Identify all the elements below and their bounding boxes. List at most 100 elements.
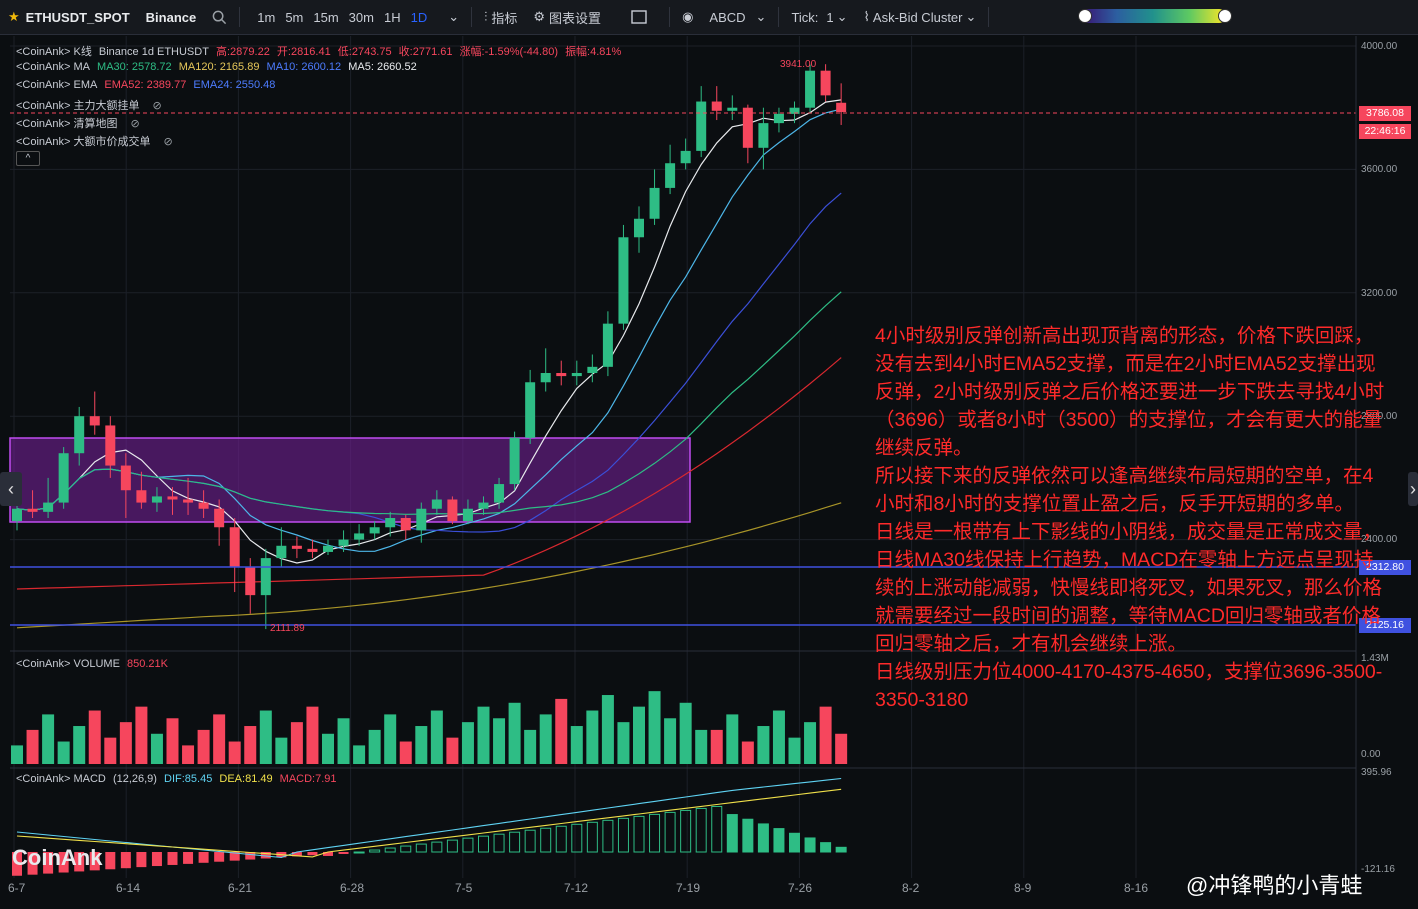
eye-off-icon[interactable]: ⊘ — [153, 100, 162, 112]
x-tick: 7-5 — [455, 881, 473, 895]
volume-bar — [524, 729, 537, 764]
candle — [571, 360, 582, 386]
volume-bar — [601, 695, 614, 764]
macd-histogram-bar — [835, 846, 847, 853]
macd-histogram-bar — [493, 833, 505, 853]
legend-macd-value: MACD:7.91 — [279, 773, 337, 785]
volume-bar — [42, 714, 55, 764]
y-tick-4000: 4000.00 — [1361, 41, 1398, 52]
analysis-paragraph: 日线是一根带有上下影线的小阴线，成交量是正常成交量，日线MA30线保持上行趋势，… — [875, 521, 1383, 655]
macd-histogram-bar — [338, 852, 349, 854]
macd-histogram-bar — [571, 823, 583, 853]
candle — [602, 311, 613, 377]
eye-off-icon[interactable]: ⊘ — [131, 118, 140, 130]
macd-histogram-bar — [384, 847, 396, 853]
candle — [58, 447, 69, 509]
legend-ma30: MA30: 2578.72 — [97, 61, 172, 73]
macd-histogram-bar — [431, 841, 443, 853]
volume-bar — [461, 722, 474, 764]
macd-axis-min: -121.16 — [1361, 864, 1395, 875]
legend-macd-params: (12,26,9) — [112, 773, 157, 785]
volume-bar — [73, 726, 86, 764]
x-tick: 7-26 — [788, 881, 813, 895]
volume-bar — [648, 691, 661, 764]
legend-ema52: EMA52: 2389.77 — [104, 79, 187, 91]
volume-bar — [182, 745, 195, 764]
macd-histogram-bar — [757, 823, 769, 853]
x-tick: 7-12 — [564, 881, 589, 895]
eye-off-icon[interactable]: ⊘ — [164, 136, 173, 148]
volume-bar — [804, 722, 817, 764]
macd-histogram-bar — [214, 852, 225, 862]
candle — [338, 530, 349, 552]
volume-bar — [306, 706, 319, 764]
legend-ma5: MA5: 2660.52 — [348, 61, 417, 73]
macd-histogram-bar — [540, 827, 552, 853]
candle — [260, 548, 271, 630]
macd-histogram-bar — [695, 807, 707, 853]
macd-histogram-bar — [136, 852, 147, 868]
legend-ma: <CoinAnk> MA MA30: 2578.72 MA120: 2165.8… — [16, 61, 421, 73]
volume-bar — [617, 722, 630, 764]
y-tick-3200: 3200.00 — [1361, 288, 1398, 299]
candle — [525, 369, 536, 444]
x-tick: 6-7 — [8, 881, 26, 895]
legend-change: 涨幅:-1.59%(-44.80) — [459, 46, 558, 58]
y-tick-3600: 3600.00 — [1361, 164, 1398, 175]
volume-bar — [384, 714, 397, 764]
legend-big-trades[interactable]: <CoinAnk> 大额市价成交单 ⊘ — [16, 133, 177, 149]
volume-bar — [275, 737, 288, 764]
volume-bar — [555, 698, 568, 764]
x-tick: 8-9 — [1014, 881, 1032, 895]
analysis-note: 4小时级别反弹创新高出现顶背离的形态，价格下跌回踩，没有去到4小时EMA52支撑… — [875, 322, 1385, 714]
legend-ma120: MA120: 2165.89 — [178, 61, 260, 73]
candle — [276, 527, 287, 568]
macd-histogram-bar — [478, 835, 489, 853]
macd-histogram-bar — [633, 815, 645, 853]
volume-bar — [322, 733, 334, 764]
volume-bar — [368, 729, 381, 764]
macd-histogram-bar — [369, 849, 381, 853]
collapse-legend-chevron-up-icon[interactable]: ^ — [16, 151, 40, 166]
scroll-left-chevron-icon[interactable]: ‹ — [0, 472, 22, 506]
legend-liquidation-map[interactable]: <CoinAnk> 清算地图 ⊘ — [16, 115, 144, 131]
candle — [696, 86, 707, 158]
candle — [711, 86, 722, 121]
legend-kline: <CoinAnk> K线 Binance 1d ETHUSDT 高:2879.2… — [16, 43, 625, 59]
legend-big-orders[interactable]: <CoinAnk> 主力大额挂单 ⊘ — [16, 97, 166, 113]
moving-average-lines — [16, 99, 842, 629]
volume-bar — [710, 729, 723, 764]
macd-histogram-bar — [602, 819, 614, 853]
macd-histogram-bar — [773, 828, 785, 853]
volume-bar — [819, 706, 832, 764]
macd-histogram-bar — [555, 825, 567, 853]
legend-big-orders-label: <CoinAnk> 主力大额挂单 — [16, 100, 140, 112]
candle — [307, 539, 318, 559]
candle — [649, 169, 660, 225]
legend-open: 开:2816.41 — [276, 46, 331, 58]
legend-dif: DIF:85.45 — [164, 773, 213, 785]
candle — [634, 206, 644, 253]
legend-volume-value: 850.21K — [127, 658, 168, 670]
volume-bar — [26, 729, 39, 764]
macd-histogram-bar — [586, 821, 598, 853]
macd-histogram-bar — [711, 805, 723, 853]
analysis-paragraph: 日线级别压力位4000-4170-4375-4650，支撑位3696-3500-… — [875, 661, 1383, 711]
candle — [680, 138, 691, 170]
candle — [805, 64, 816, 114]
x-tick: 6-28 — [340, 881, 365, 895]
volume-bar — [150, 733, 163, 764]
countdown-tag: 22:46:16 — [1359, 124, 1411, 139]
macd-histogram-bar — [509, 831, 521, 853]
legend-amplitude: 振幅:4.81% — [565, 46, 622, 58]
macd-histogram-bar — [726, 814, 738, 853]
scroll-right-chevron-icon[interactable]: › — [1408, 472, 1418, 506]
volume-bar — [197, 729, 210, 764]
legend-low: 低:2743.75 — [337, 46, 392, 58]
volume-bar — [726, 714, 739, 764]
legend-macd-prefix: <CoinAnk> MACD — [16, 773, 106, 785]
candle — [665, 144, 676, 195]
macd-histogram-bar — [680, 809, 692, 853]
legend-big-trades-label: <CoinAnk> 大额市价成交单 — [16, 136, 151, 148]
volume-bar — [570, 726, 583, 764]
